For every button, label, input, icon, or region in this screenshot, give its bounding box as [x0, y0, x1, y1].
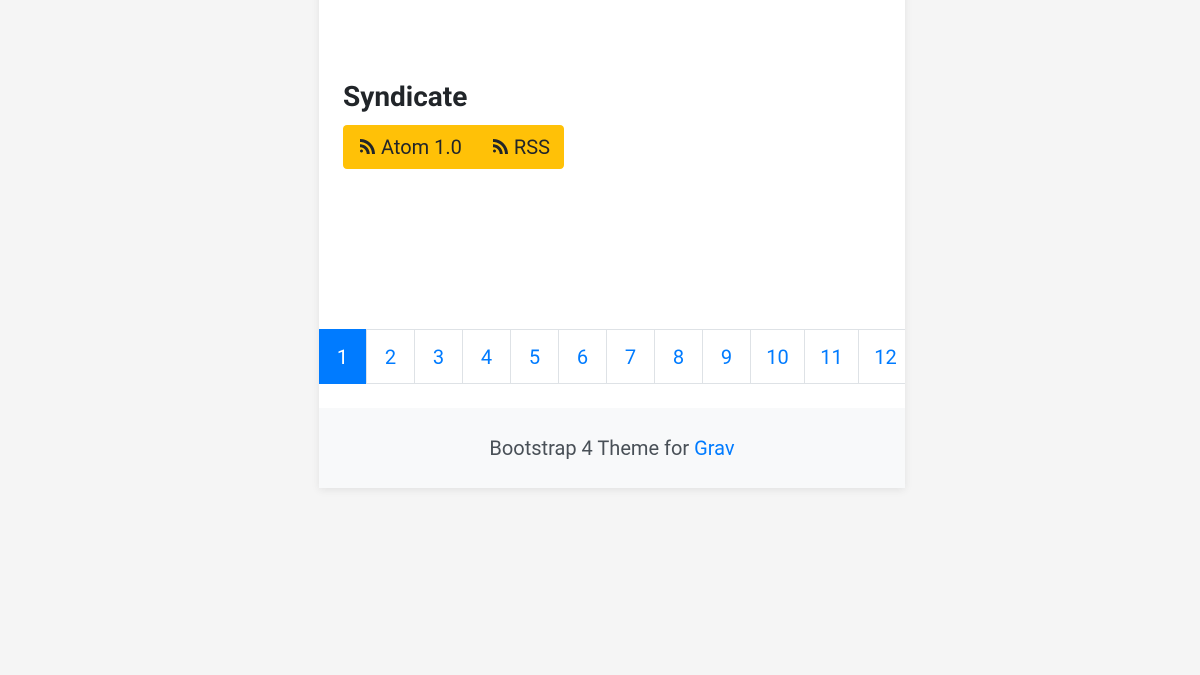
rss-icon [490, 135, 508, 159]
page-7[interactable]: 7 [606, 329, 655, 384]
page-9[interactable]: 9 [702, 329, 751, 384]
page-4[interactable]: 4 [462, 329, 511, 384]
syndicate-badge: Atom 1.0 RSS [343, 125, 564, 169]
footer-grav-link[interactable]: Grav [694, 436, 734, 460]
atom-feed-label: Atom 1.0 [381, 135, 462, 159]
footer: Bootstrap 4 Theme for Grav [319, 408, 905, 488]
page-10[interactable]: 10 [750, 329, 805, 384]
spacer [343, 169, 881, 329]
rss-feed-label: RSS [514, 135, 550, 159]
content-card: Syndicate Atom 1.0 RSS 1 2 3 4 5 6 7 [319, 0, 905, 488]
page-3[interactable]: 3 [414, 329, 463, 384]
page-8[interactable]: 8 [654, 329, 703, 384]
page-1[interactable]: 1 [319, 329, 367, 384]
page-2[interactable]: 2 [366, 329, 415, 384]
rss-feed-link[interactable]: RSS [490, 135, 550, 159]
page-5[interactable]: 5 [510, 329, 559, 384]
footer-text: Bootstrap 4 Theme for [489, 436, 694, 460]
syndicate-heading: Syndicate [343, 80, 881, 113]
atom-feed-link[interactable]: Atom 1.0 [357, 135, 462, 159]
page-11[interactable]: 11 [804, 329, 859, 384]
pagination: 1 2 3 4 5 6 7 8 9 10 11 12 [319, 329, 905, 384]
page-6[interactable]: 6 [558, 329, 607, 384]
page-12[interactable]: 12 [858, 329, 905, 384]
card-body: Syndicate Atom 1.0 RSS 1 2 3 4 5 6 7 [319, 0, 905, 408]
rss-icon [357, 135, 375, 159]
